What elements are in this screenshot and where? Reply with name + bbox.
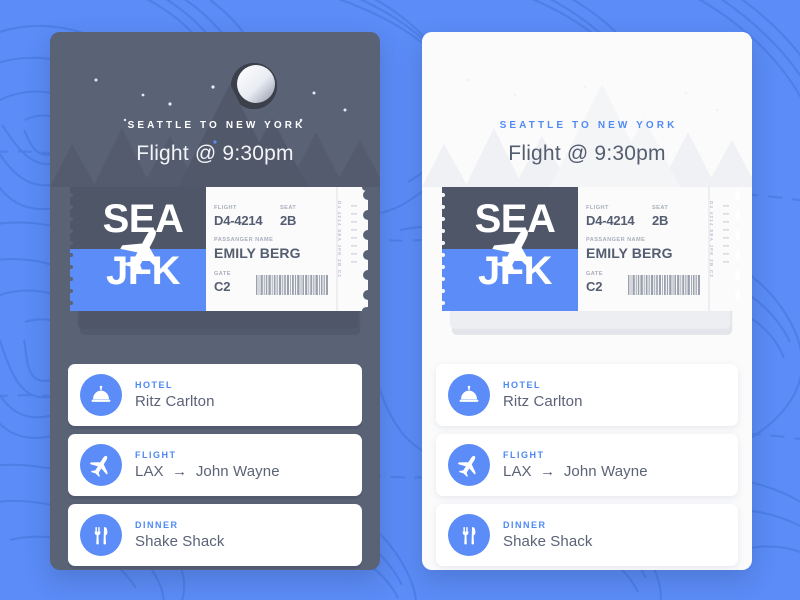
- field-passenger: PASSANGER NAME EMILY BERG: [586, 237, 673, 261]
- itinerary-item-flight[interactable]: FLIGHT LAX → John Wayne: [68, 434, 362, 496]
- header-scene-day: SEATTLE TO NEW YORK Flight @ 9:30pm: [422, 32, 752, 187]
- itinerary-item-flight-label: FLIGHT: [135, 450, 177, 460]
- itinerary-item-flight-label: FLIGHT: [503, 450, 545, 460]
- barcode-icon: [628, 275, 700, 295]
- itinerary-item-flight-body: FLIGHT LAX → John Wayne: [135, 450, 280, 480]
- itinerary-item-dinner-body: DINNER Shake Shack: [503, 520, 593, 550]
- field-seat-value: 2B: [280, 213, 297, 228]
- itinerary-item-hotel-label: HOTEL: [503, 380, 541, 390]
- itinerary-item-dinner-value: Shake Shack: [135, 533, 225, 550]
- itinerary-item-hotel-body: HOTEL Ritz Carlton: [135, 380, 215, 410]
- stub-code: D4 4214 SEA JFK 2B C2: [337, 201, 342, 279]
- itinerary-item-hotel[interactable]: HOTEL Ritz Carlton: [436, 364, 738, 426]
- field-flight-value: D4-4214: [214, 213, 263, 228]
- boarding-pass-front[interactable]: SEA JFK FLIGHT D4-4214 SEAT 2B PASSANGER…: [70, 187, 368, 311]
- trip-card-dark: SEATTLE TO NEW YORK Flight @ 9:30pm SEA …: [50, 32, 380, 570]
- airplane-icon: [80, 444, 122, 486]
- field-passenger: PASSANGER NAME EMILY BERG: [214, 237, 301, 261]
- itinerary-item-dinner-body: DINNER Shake Shack: [135, 520, 225, 550]
- barcode-icon: [256, 275, 328, 295]
- boarding-pass-light[interactable]: SEA JFK FLIGHT D4-4214 SEAT 2B PASSANGER…: [442, 187, 740, 335]
- destination-code: JFK: [477, 249, 553, 293]
- itinerary-item-hotel-label: HOTEL: [135, 380, 173, 390]
- destination-code: JFK: [105, 249, 181, 293]
- hotel-bell-icon: [448, 374, 490, 416]
- origin-code: SEA: [102, 197, 184, 241]
- itinerary-item-hotel-value: Ritz Carlton: [503, 393, 583, 410]
- field-flight-value: D4-4214: [586, 213, 635, 228]
- itinerary-item-flight-body: FLIGHT LAX → John Wayne: [503, 450, 648, 480]
- field-gate-value: C2: [586, 279, 603, 294]
- field-gate-label: GATE: [214, 271, 231, 277]
- field-gate: GATE C2: [214, 271, 231, 294]
- field-passenger-label: PASSANGER NAME: [214, 237, 274, 243]
- field-passenger-value: EMILY BERG: [214, 245, 301, 261]
- trip-card-light: SEATTLE TO NEW YORK Flight @ 9:30pm SEA …: [422, 32, 752, 570]
- itinerary-item-flight-value: LAX → John Wayne: [135, 463, 280, 480]
- fork-knife-icon: [80, 514, 122, 556]
- field-seat-value: 2B: [652, 213, 669, 228]
- itinerary-item-flight[interactable]: FLIGHT LAX → John Wayne: [436, 434, 738, 496]
- itinerary-item-dinner-value: Shake Shack: [503, 533, 593, 550]
- flight-time: Flight @ 9:30pm: [508, 142, 666, 165]
- field-seat: SEAT 2B: [280, 205, 296, 228]
- field-passenger-label: PASSANGER NAME: [586, 237, 646, 243]
- app-canvas: SEATTLE TO NEW YORK Flight @ 9:30pm SEA …: [0, 0, 800, 600]
- itinerary-item-hotel-value: Ritz Carlton: [135, 393, 215, 410]
- field-seat-label: SEAT: [652, 205, 669, 211]
- field-gate-label: GATE: [586, 271, 603, 277]
- route-label: SEATTLE TO NEW YORK: [127, 120, 306, 131]
- boarding-pass-front[interactable]: SEA JFK FLIGHT D4-4214 SEAT 2B PASSANGER…: [442, 187, 740, 311]
- boarding-pass-dark[interactable]: SEA JFK FLIGHT D4-4214 SEAT 2B PASSANGER…: [70, 187, 368, 335]
- field-seat: SEAT 2B: [652, 205, 668, 228]
- field-seat-label: SEAT: [280, 205, 297, 211]
- route-label: SEATTLE TO NEW YORK: [499, 120, 678, 131]
- hotel-bell-icon: [80, 374, 122, 416]
- itinerary-list-dark: HOTEL Ritz Carlton FLIGHT LAX → John Way…: [68, 364, 362, 570]
- field-gate: GATE C2: [586, 271, 603, 294]
- header-scene-night: SEATTLE TO NEW YORK Flight @ 9:30pm: [50, 32, 380, 187]
- itinerary-item-dinner[interactable]: DINNER Shake Shack: [68, 504, 362, 566]
- field-flight-label: FLIGHT: [586, 205, 609, 211]
- fork-knife-icon: [448, 514, 490, 556]
- itinerary-item-dinner[interactable]: DINNER Shake Shack: [436, 504, 738, 566]
- field-flight: FLIGHT D4-4214: [214, 205, 263, 228]
- itinerary-item-dinner-label: DINNER: [503, 520, 547, 530]
- field-flight-label: FLIGHT: [214, 205, 237, 211]
- itinerary-item-hotel[interactable]: HOTEL Ritz Carlton: [68, 364, 362, 426]
- flight-time: Flight @ 9:30pm: [136, 142, 294, 165]
- stub-code: D4 4214 SEA JFK 2B C2: [709, 201, 714, 279]
- itinerary-item-hotel-body: HOTEL Ritz Carlton: [503, 380, 583, 410]
- field-passenger-value: EMILY BERG: [586, 245, 673, 261]
- airplane-icon: [448, 444, 490, 486]
- field-flight: FLIGHT D4-4214: [586, 205, 635, 228]
- itinerary-item-dinner-label: DINNER: [135, 520, 179, 530]
- itinerary-item-flight-value: LAX → John Wayne: [503, 463, 648, 480]
- itinerary-list-light: HOTEL Ritz Carlton FLIGHT LAX → John Way…: [436, 364, 738, 570]
- field-gate-value: C2: [214, 279, 231, 294]
- origin-code: SEA: [474, 197, 556, 241]
